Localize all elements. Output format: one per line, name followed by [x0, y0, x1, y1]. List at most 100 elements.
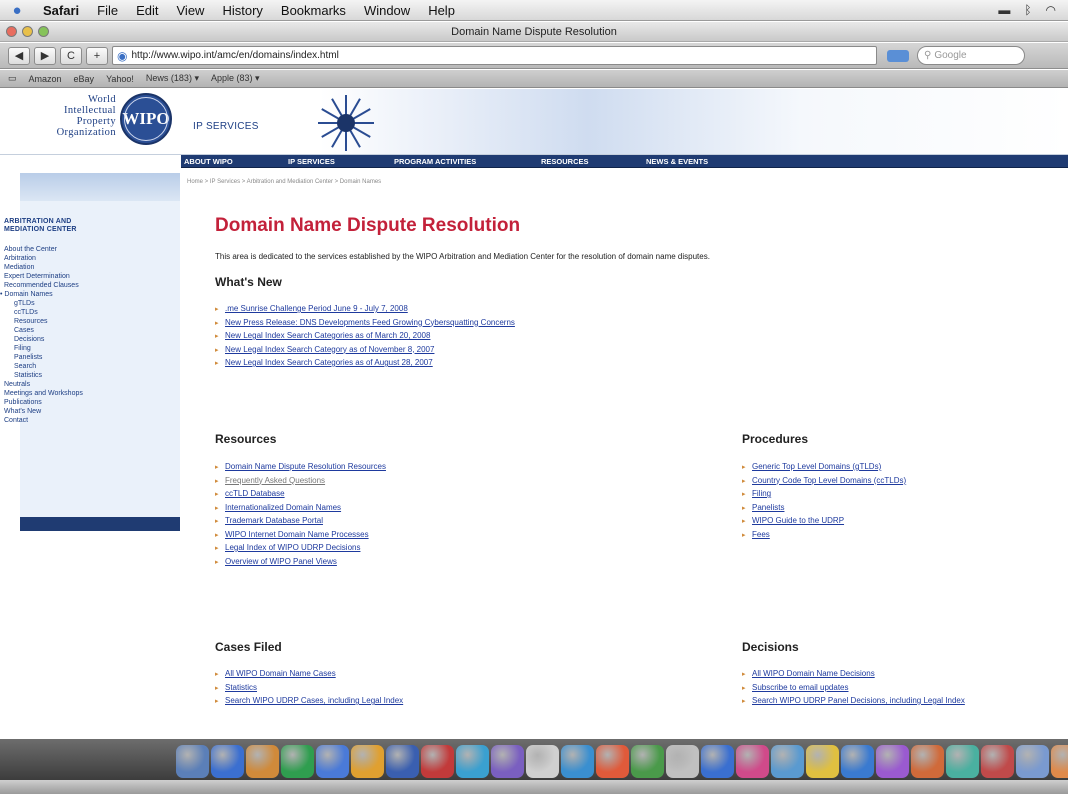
link-text[interactable]: Statistics [225, 683, 257, 692]
dock-app-icon[interactable] [596, 745, 629, 778]
breadcrumb[interactable]: Home > IP Services > Arbitration and Med… [187, 179, 381, 185]
bookmark-apple[interactable]: Apple (83) ▾ [211, 73, 260, 84]
reload-button[interactable]: C [60, 46, 82, 65]
link-item[interactable]: ▸ Frequently Asked Questions [215, 475, 386, 489]
dock-app-icon[interactable] [1051, 745, 1068, 778]
dock-app-icon[interactable] [491, 745, 524, 778]
sidebar-item[interactable]: Filing [0, 344, 160, 353]
link-text[interactable]: Filing [752, 489, 771, 498]
link-text[interactable]: Search WIPO UDRP Panel Decisions, includ… [752, 696, 965, 705]
link-text[interactable]: New Press Release: DNS Developments Feed… [225, 318, 515, 327]
link-text[interactable]: Legal Index of WIPO UDRP Decisions [225, 543, 360, 552]
link-item[interactable]: ▸ Overview of WIPO Panel Views [215, 556, 386, 570]
dock-app-icon[interactable] [386, 745, 419, 778]
link-item[interactable]: ▸ WIPO Internet Domain Name Processes [215, 529, 386, 543]
nav-program-activities[interactable]: PROGRAM ACTIVITIES [394, 157, 476, 166]
dock-app-icon[interactable] [946, 745, 979, 778]
dock-app-icon[interactable] [771, 745, 804, 778]
link-item[interactable]: ▸ Filing [742, 488, 906, 502]
dock-app-icon[interactable] [281, 745, 314, 778]
address-bar[interactable]: ◉ http://www.wipo.int/amc/en/domains/ind… [112, 46, 877, 65]
link-item[interactable]: ▸ Legal Index of WIPO UDRP Decisions [215, 542, 386, 556]
link-item[interactable]: ▸ .me Sunrise Challenge Period June 9 - J… [215, 303, 515, 317]
link-text[interactable]: Overview of WIPO Panel Views [225, 557, 337, 566]
dock-app-icon[interactable] [841, 745, 874, 778]
link-item[interactable]: ▸ All WIPO Domain Name Decisions [742, 668, 965, 682]
menu-bookmarks[interactable]: Bookmarks [272, 3, 355, 18]
bookmarks-book-icon[interactable]: ▭ [8, 73, 17, 84]
link-item[interactable]: ▸ New Press Release: DNS Developments Fee… [215, 317, 515, 331]
link-item[interactable]: ▸ Statistics [215, 682, 403, 696]
sidebar-item[interactable]: What's New [0, 407, 160, 416]
link-text[interactable]: Trademark Database Portal [225, 516, 323, 525]
nav-resources[interactable]: RESOURCES [541, 157, 589, 166]
link-item[interactable]: ▸ Fees [742, 529, 906, 543]
nav-news-events[interactable]: NEWS & EVENTS [646, 157, 708, 166]
menu-view[interactable]: View [168, 3, 214, 18]
link-text[interactable]: WIPO Internet Domain Name Processes [225, 530, 369, 539]
sidebar-item[interactable]: Mediation [0, 263, 160, 272]
dock-app-icon[interactable] [876, 745, 909, 778]
sidebar-item[interactable]: Meetings and Workshops [0, 389, 160, 398]
link-text[interactable]: All WIPO Domain Name Cases [225, 669, 336, 678]
link-item[interactable]: ▸ Panelists [742, 502, 906, 516]
menu-history[interactable]: History [213, 3, 271, 18]
bookmark-yahoo[interactable]: Yahoo! [106, 74, 134, 84]
link-text[interactable]: ccTLD Database [225, 489, 285, 498]
link-text[interactable]: All WIPO Domain Name Decisions [752, 669, 875, 678]
close-window-icon[interactable] [6, 26, 17, 37]
wipo-seal-logo[interactable]: WIPO [120, 93, 172, 145]
dock-app-icon[interactable] [246, 745, 279, 778]
dock-app-icon[interactable] [351, 745, 384, 778]
link-text[interactable]: Domain Name Dispute Resolution Resources [225, 462, 386, 471]
menu-edit[interactable]: Edit [127, 3, 167, 18]
link-text[interactable]: Frequently Asked Questions [225, 476, 325, 485]
link-text[interactable]: New Legal Index Search Category as of No… [225, 345, 434, 354]
sidebar-item[interactable]: Arbitration [0, 254, 160, 263]
link-text[interactable]: Search WIPO UDRP Cases, including Legal … [225, 696, 403, 705]
nav-ip-services[interactable]: IP SERVICES [288, 157, 335, 166]
dock-app-icon[interactable] [526, 745, 559, 778]
link-text[interactable]: New Legal Index Search Categories as of … [225, 358, 433, 367]
link-text[interactable]: .me Sunrise Challenge Period June 9 - Ju… [225, 304, 408, 313]
rss-icon[interactable] [887, 49, 909, 62]
wifi-icon[interactable]: ◠ [1046, 3, 1056, 17]
sidebar-item[interactable]: About the Center [0, 245, 160, 254]
sidebar-item[interactable]: Neutrals [0, 380, 160, 389]
minimize-window-icon[interactable] [22, 26, 33, 37]
menu-window[interactable]: Window [355, 3, 419, 18]
sidebar-item[interactable]: gTLDs [0, 299, 160, 308]
link-item[interactable]: ▸ Country Code Top Level Domains (ccTLDs) [742, 475, 906, 489]
link-text[interactable]: Subscribe to email updates [752, 683, 849, 692]
link-item[interactable]: ▸ New Legal Index Search Category as of N… [215, 344, 515, 358]
link-text[interactable]: Internationalized Domain Names [225, 503, 341, 512]
nav-about-wipo[interactable]: ABOUT WIPO [184, 157, 233, 166]
dock-app-icon[interactable] [911, 745, 944, 778]
link-item[interactable]: ▸ Search WIPO UDRP Panel Decisions, inclu… [742, 695, 965, 709]
sidebar-item[interactable]: • Domain Names [0, 290, 160, 299]
sidebar-item[interactable]: Expert Determination [0, 272, 160, 281]
link-text[interactable]: Fees [752, 530, 770, 539]
bookmark-news[interactable]: News (183) ▾ [146, 73, 199, 84]
add-bookmark-button[interactable]: + [86, 46, 108, 65]
link-text[interactable]: Generic Top Level Domains (gTLDs) [752, 462, 881, 471]
sidebar-item[interactable]: Panelists [0, 353, 160, 362]
dock-app-icon[interactable] [701, 745, 734, 778]
link-item[interactable]: ▸ Generic Top Level Domains (gTLDs) [742, 461, 906, 475]
sidebar-item[interactable]: Publications [0, 398, 160, 407]
dock-app-icon[interactable] [736, 745, 769, 778]
sidebar-item[interactable]: Decisions [0, 335, 160, 344]
dock-app-icon[interactable] [456, 745, 489, 778]
bookmark-amazon[interactable]: Amazon [29, 74, 62, 84]
dock-app-icon[interactable] [316, 745, 349, 778]
dock-app-icon[interactable] [211, 745, 244, 778]
link-item[interactable]: ▸ ccTLD Database [215, 488, 386, 502]
wipo-wordmark[interactable]: World Intellectual Property Organization [0, 94, 116, 138]
dock-app-icon[interactable] [561, 745, 594, 778]
dock-app-icon[interactable] [421, 745, 454, 778]
dock-app-icon[interactable] [1016, 745, 1049, 778]
link-item[interactable]: ▸ New Legal Index Search Categories as of… [215, 330, 515, 344]
sidebar-item[interactable]: Cases [0, 326, 160, 335]
link-item[interactable]: ▸ All WIPO Domain Name Cases [215, 668, 403, 682]
sidebar-item[interactable]: Contact [0, 416, 160, 425]
